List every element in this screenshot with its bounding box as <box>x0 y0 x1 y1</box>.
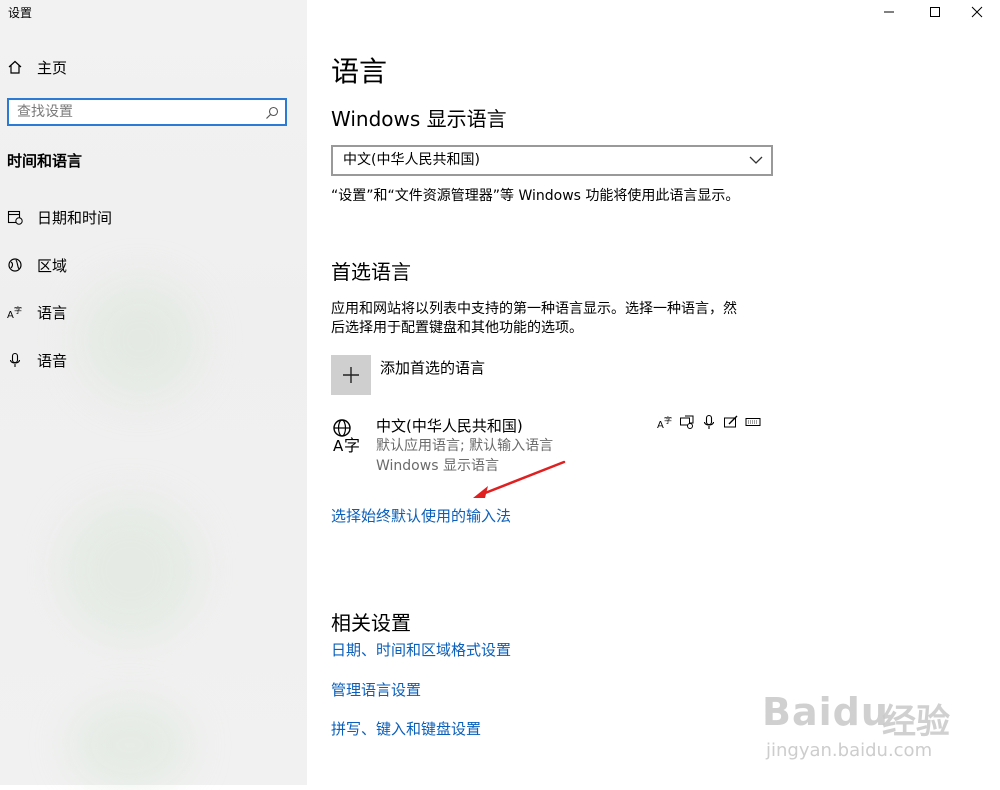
language-name[interactable]: 中文(中华人民共和国) <box>376 415 523 436</box>
app-title: 设置 <box>8 6 33 20</box>
sidebar-item-label: 区域 <box>37 256 68 275</box>
language-pack-icon: A字 <box>657 414 673 430</box>
search-box[interactable] <box>7 98 287 126</box>
language-icon: A字 <box>7 304 23 320</box>
related-link-date-time-region[interactable]: 日期、时间和区域格式设置 <box>331 639 511 660</box>
close-icon <box>971 6 983 18</box>
preferred-description-line2: 后选择用于配置键盘和其他功能的选项。 <box>331 320 583 336</box>
chevron-down-icon <box>749 156 763 164</box>
sidebar-item-home[interactable]: 主页 <box>0 47 300 87</box>
keyboard-icon <box>745 414 761 430</box>
baidu-watermark: Baidu 经验 jingyan.baidu.com <box>762 672 992 772</box>
speech-icon <box>679 414 695 430</box>
page-title: 语言 <box>331 55 388 88</box>
dropdown-selected-value: 中文(中华人民共和国) <box>343 152 480 168</box>
search-icon[interactable] <box>265 105 279 119</box>
display-language-dropdown[interactable]: 中文(中华人民共和国) <box>331 145 773 176</box>
svg-text:A: A <box>7 310 14 320</box>
sidebar-item-language[interactable]: A字 语言 <box>0 292 300 332</box>
search-input[interactable] <box>17 102 257 122</box>
svg-text:字: 字 <box>14 305 22 315</box>
add-language-button[interactable] <box>331 355 371 395</box>
maximize-icon <box>930 7 940 17</box>
input-method-link[interactable]: 选择始终默认使用的输入法 <box>331 505 511 526</box>
plus-icon <box>343 367 359 383</box>
preferred-language-heading: 首选语言 <box>331 260 411 284</box>
background-decoration <box>60 500 200 640</box>
svg-text:字: 字 <box>664 415 672 425</box>
add-language-label[interactable]: 添加首选的语言 <box>380 357 485 378</box>
microphone-icon <box>7 352 23 368</box>
related-link-manage-language[interactable]: 管理语言设置 <box>331 679 421 700</box>
related-link-spelling-typing[interactable]: 拼写、键入和键盘设置 <box>331 718 481 739</box>
minimize-button[interactable] <box>866 0 912 24</box>
language-feature-icons: A字 <box>657 414 761 430</box>
sidebar-item-date-time[interactable]: 日期和时间 <box>0 197 300 237</box>
watermark-brand: Baidu <box>762 690 889 734</box>
svg-text:A: A <box>657 420 664 430</box>
display-language-heading: Windows 显示语言 <box>331 107 507 131</box>
sidebar-section-title: 时间和语言 <box>7 152 83 170</box>
sidebar-item-label: 语音 <box>37 351 68 370</box>
sidebar-item-label: 主页 <box>37 58 68 77</box>
language-subtitle: 默认应用语言; 默认输入语言 <box>376 438 554 454</box>
svg-text:A: A <box>333 437 344 454</box>
globe-region-icon <box>7 257 23 273</box>
svg-text:字: 字 <box>344 436 360 454</box>
calendar-clock-icon <box>7 209 23 225</box>
related-settings-heading: 相关设置 <box>331 611 411 635</box>
maximize-button[interactable] <box>912 0 958 24</box>
sidebar-item-label: 日期和时间 <box>37 208 113 227</box>
background-decoration <box>70 700 190 790</box>
sidebar-item-region[interactable]: 区域 <box>0 245 300 285</box>
sidebar: 设置 主页 时间和语言 日期和时间 区域 A字 语言 语音 <box>0 0 307 790</box>
sidebar-item-speech[interactable]: 语音 <box>0 340 300 380</box>
close-button[interactable] <box>954 0 1000 24</box>
minimize-icon <box>884 11 894 13</box>
language-globe-icon: A 字 <box>331 418 367 455</box>
preferred-description-line1: 应用和网站将以列表中支持的第一种语言显示。选择一种语言，然 <box>331 301 737 317</box>
microphone-icon <box>701 414 717 430</box>
display-language-description: “设置”和“文件资源管理器”等 Windows 功能将使用此语言显示。 <box>331 188 740 204</box>
watermark-url: jingyan.baidu.com <box>766 740 933 761</box>
sidebar-item-label: 语言 <box>37 303 68 322</box>
home-icon <box>7 59 23 75</box>
annotation-arrow <box>473 460 566 498</box>
watermark-product: 经验 <box>882 702 950 742</box>
handwriting-icon <box>723 414 739 430</box>
